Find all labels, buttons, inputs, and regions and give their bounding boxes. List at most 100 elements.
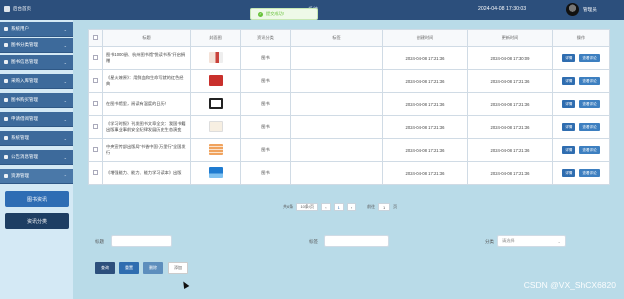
- view-comments-button[interactable]: 查看评论: [579, 100, 600, 108]
- chevron-down-icon: ⌄: [63, 27, 67, 32]
- view-comments-button[interactable]: 查看评论: [579, 123, 600, 131]
- table-row: 在图书馆里，阅读有温度的日历！ 图书 2024-04-08 17:21:36 2…: [88, 92, 610, 116]
- home-link[interactable]: 后台首页: [4, 6, 31, 12]
- row-checkbox[interactable]: [88, 138, 103, 162]
- row-checkbox[interactable]: [88, 92, 103, 116]
- table-row: 图书1000册、杭州图书馆“悦读书系”开启捐赠 图书 2024-04-08 17…: [88, 46, 610, 70]
- page-number-current[interactable]: 1: [333, 203, 344, 211]
- sidebar-item-book-category[interactable]: 图书分类管理 ⌄: [0, 38, 73, 53]
- page-size-value: 10条/页: [300, 204, 315, 209]
- chevron-down-icon: ⌄: [63, 98, 67, 103]
- table-row: 中央宣传部出版局“书香中国·万里行”全国发行 图书 2024-04-08 17:…: [88, 138, 610, 162]
- chevron-down-icon: ⌄: [63, 79, 67, 84]
- sidebar-item-purchase-stock[interactable]: 采购入库管理 ⌄: [0, 74, 73, 89]
- tag-input[interactable]: [324, 235, 389, 247]
- main-content: 标题 封面图 资讯分类 标签 创建时间 更新时间 操作 图书1000册、杭州图书…: [73, 20, 624, 299]
- row-tag: [290, 161, 383, 185]
- resource-icon: [4, 174, 8, 178]
- row-checkbox[interactable]: [88, 69, 103, 93]
- title-label: 标题: [95, 239, 104, 244]
- sidebar-item-borrow-request[interactable]: 申请借阅管理 ⌄: [0, 112, 73, 127]
- sidebar-item-label: 图书分类管理: [11, 42, 38, 47]
- detail-button[interactable]: 详情: [562, 146, 576, 154]
- row-updated: 2024-04-08 17:21:36: [467, 69, 553, 93]
- row-tag: [290, 69, 383, 93]
- brand-label: 后台首页: [13, 6, 31, 11]
- toast-message: 提交成功!: [266, 11, 284, 16]
- chevron-down-icon: ⌄: [557, 238, 561, 244]
- row-title: 中央宣传部出版局“书香中国·万里行”全国发行: [102, 138, 191, 162]
- detail-button[interactable]: 详情: [562, 77, 576, 85]
- chevron-up-icon: ⌃: [63, 174, 67, 179]
- sidebar-item-book-purchase[interactable]: 图书购买管理 ⌄: [0, 93, 73, 108]
- sidebar-item-label: 申请借阅管理: [11, 116, 38, 121]
- table-row: 《增强能力、能力、能力学习读本》出版 图书 2024-04-08 17:21:3…: [88, 161, 610, 185]
- chevron-down-icon: ⌄: [63, 155, 67, 160]
- detail-button[interactable]: 详情: [562, 100, 576, 108]
- row-title: 《增强能力、能力、能力学习读本》出版: [102, 161, 191, 185]
- row-checkbox[interactable]: [88, 161, 103, 185]
- page-size-select[interactable]: 10条/页: [296, 203, 319, 211]
- view-comments-button[interactable]: 查看评论: [579, 54, 600, 62]
- table-row: 《星火燎原》：用鲜血和生命写就的红色经典 图书 2024-04-08 17:21…: [88, 69, 610, 93]
- col-tag[interactable]: 标签: [290, 29, 383, 47]
- category-select[interactable]: 请选择 ⌄: [497, 235, 566, 247]
- detail-button[interactable]: 详情: [562, 169, 576, 177]
- cart-icon: [4, 98, 8, 102]
- view-comments-button[interactable]: 查看评论: [579, 169, 600, 177]
- row-title: 《学习时报》刊发图书文章全文：我国书籍出版事业事前安全纪律发展历史生态演变: [102, 115, 191, 139]
- detail-button[interactable]: 详情: [562, 123, 576, 131]
- detail-button[interactable]: 详情: [562, 54, 576, 62]
- add-button[interactable]: 添加: [168, 262, 188, 274]
- row-updated: 2024-04-08 17:21:36: [467, 161, 553, 185]
- prev-page-button[interactable]: ‹: [321, 203, 331, 211]
- notice-icon: [4, 155, 8, 159]
- sidebar-item-label: 资源管理: [11, 173, 29, 178]
- success-toast: ✓ 提交成功!: [250, 8, 318, 20]
- select-all-checkbox[interactable]: [88, 29, 103, 47]
- delete-button[interactable]: 删除: [143, 262, 163, 274]
- sidebar-item-resource[interactable]: 资源管理 ⌃: [0, 169, 73, 184]
- sidebar-item-label: 采购入库管理: [11, 78, 38, 83]
- view-comments-button[interactable]: 查看评论: [579, 146, 600, 154]
- col-category[interactable]: 资讯分类: [240, 29, 291, 47]
- row-created: 2024-04-08 17:21:36: [382, 138, 468, 162]
- row-title: 图书1000册、杭州图书馆“悦读书系”开启捐赠: [102, 46, 191, 70]
- sidebar-item-notice[interactable]: 公告消息管理 ⌄: [0, 150, 73, 165]
- view-comments-button[interactable]: 查看评论: [579, 77, 600, 85]
- category-label: 分类: [485, 239, 494, 244]
- avatar[interactable]: [566, 3, 579, 16]
- col-title[interactable]: 标题: [102, 29, 191, 47]
- title-input[interactable]: [111, 235, 172, 247]
- row-checkbox[interactable]: [88, 46, 103, 70]
- category-icon: [4, 43, 8, 47]
- submenu-news-category[interactable]: 资讯分类: [5, 213, 69, 229]
- row-category: 图书: [240, 46, 291, 70]
- pagination: 共6条 10条/页 ‹ 1 › 前往 1 页: [283, 203, 397, 211]
- submenu-book-news[interactable]: 图书资讯: [5, 191, 69, 207]
- row-actions: 详情 查看评论: [552, 69, 610, 93]
- row-category: 图书: [240, 161, 291, 185]
- table-header-row: 标题 封面图 资讯分类 标签 创建时间 更新时间 操作: [88, 29, 610, 47]
- request-icon: [4, 117, 8, 121]
- row-actions: 详情 查看评论: [552, 138, 610, 162]
- col-created[interactable]: 创建时间: [382, 29, 468, 47]
- sidebar-item-users[interactable]: 系统用户 ⌄: [0, 22, 73, 37]
- cover-image: [190, 92, 241, 116]
- cover-image: [190, 46, 241, 70]
- goto-page-input[interactable]: 1: [378, 203, 391, 211]
- sidebar-item-system[interactable]: 系统管理 ⌄: [0, 131, 73, 146]
- sidebar-item-book-info[interactable]: 图书信息管理 ⌄: [0, 55, 73, 70]
- reset-button[interactable]: 重置: [119, 262, 139, 274]
- query-button[interactable]: 查询: [95, 262, 115, 274]
- home-icon: [4, 6, 10, 12]
- row-created: 2024-04-08 17:21:36: [382, 161, 468, 185]
- cover-image: [190, 115, 241, 139]
- user-menu[interactable]: 管理员: [566, 3, 597, 16]
- sidebar-item-label: 图书购买管理: [11, 97, 38, 102]
- next-page-button[interactable]: ›: [346, 203, 357, 211]
- row-checkbox[interactable]: [88, 115, 103, 139]
- row-tag: [290, 46, 383, 70]
- col-updated[interactable]: 更新时间: [467, 29, 553, 47]
- row-updated: 2024-04-08 17:30:09: [467, 46, 553, 70]
